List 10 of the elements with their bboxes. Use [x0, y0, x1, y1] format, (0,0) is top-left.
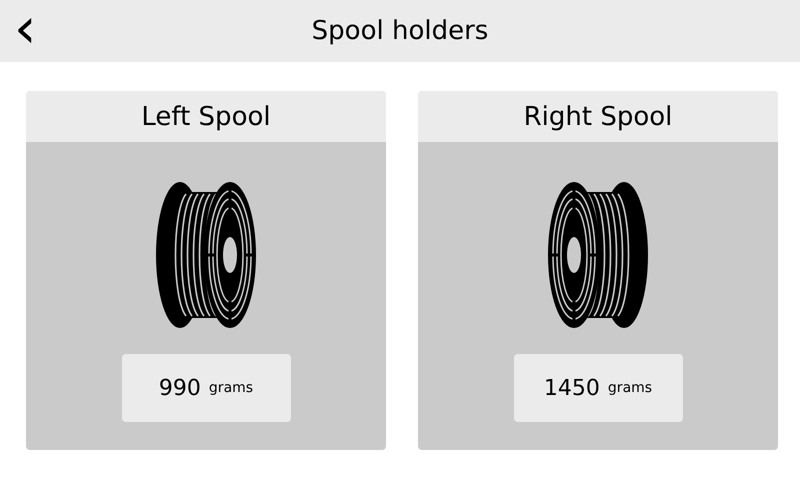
weight-value: 990: [158, 376, 201, 400]
weight-unit: grams: [608, 380, 652, 396]
back-button[interactable]: ‹: [8, 4, 42, 54]
card-title: Right Spool: [418, 91, 778, 142]
weight-value: 1450: [544, 376, 600, 400]
weight-unit: grams: [208, 380, 254, 396]
spool-icon: [548, 182, 648, 328]
page-title: Spool holders: [312, 16, 488, 46]
card-title: Left Spool: [26, 91, 386, 142]
spool-icon: [156, 182, 256, 328]
